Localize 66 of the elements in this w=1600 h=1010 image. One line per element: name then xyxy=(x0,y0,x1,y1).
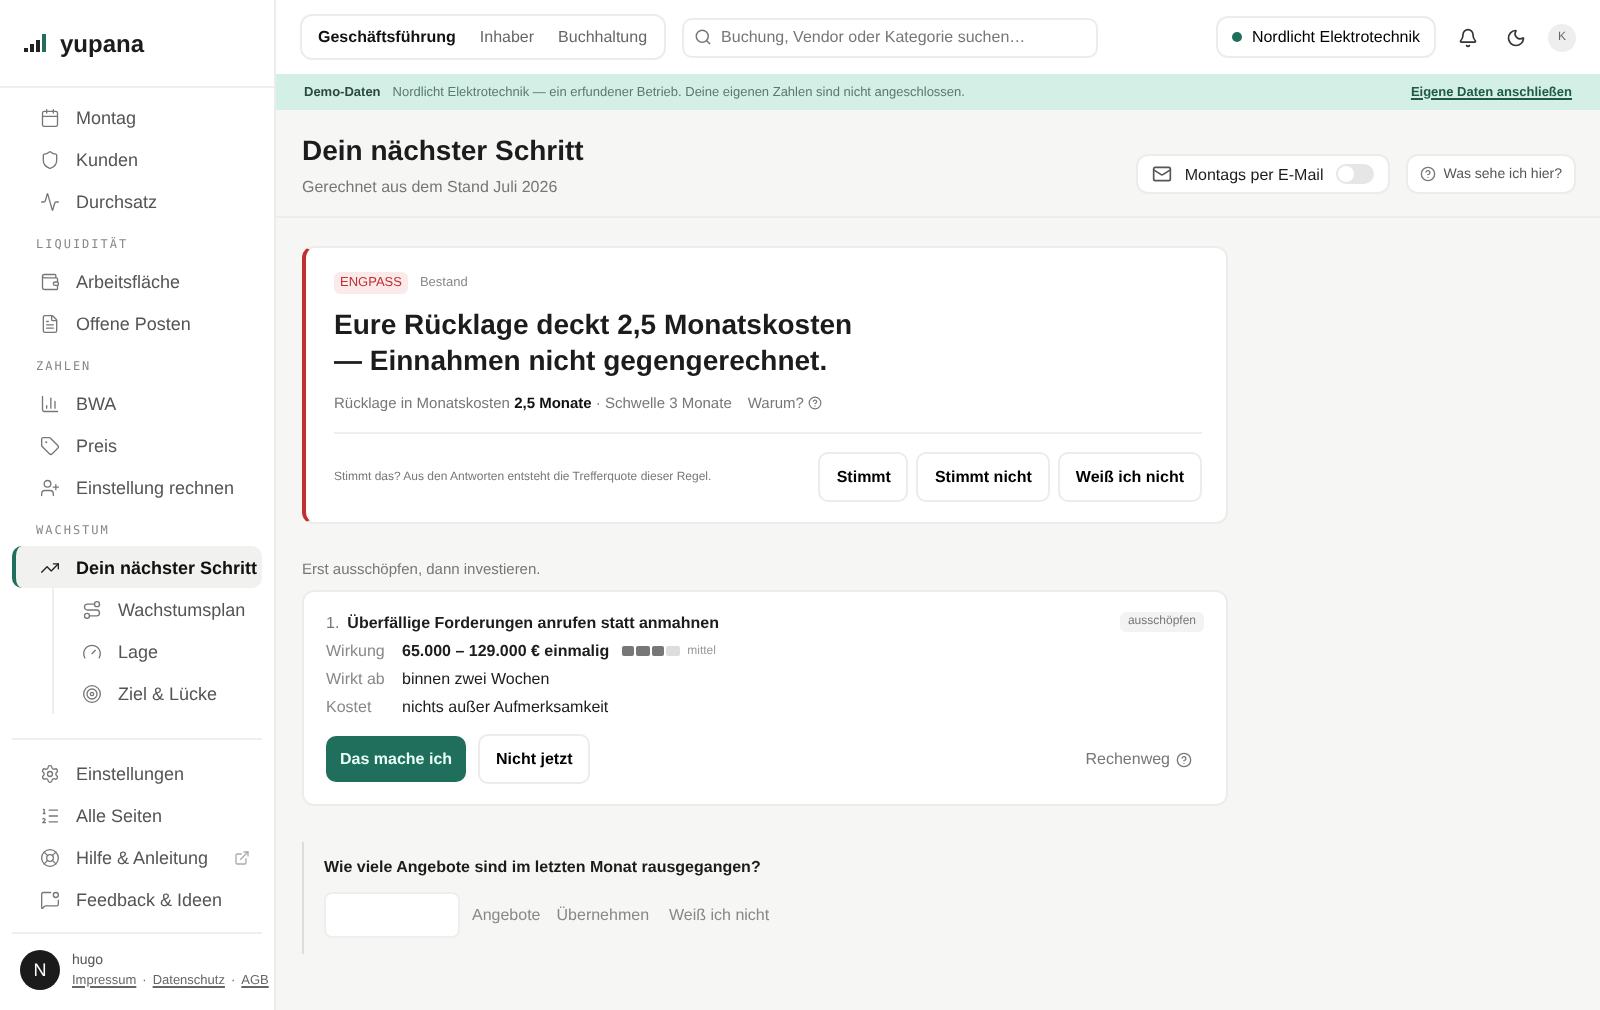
page-subtitle: Gerechnet aus dem Stand Juli 2026 xyxy=(302,178,560,196)
help-icon xyxy=(1176,751,1192,768)
tab[interactable]: Inhaber xyxy=(467,20,547,54)
page-title: Dein nächster Schritt xyxy=(302,134,584,166)
tab[interactable]: Geschäftsführung xyxy=(306,20,468,54)
nav-icon xyxy=(40,477,60,497)
nav-icon xyxy=(40,889,60,909)
fact-label: Wirkt ab xyxy=(326,670,387,689)
nav-item[interactable]: Einstellung rechnen xyxy=(12,466,262,508)
nav-subitem[interactable]: Lage xyxy=(54,630,262,672)
nav-icon xyxy=(40,149,60,169)
help-icon xyxy=(807,396,822,411)
fact-value: nichts außer Aufmerksamkeit xyxy=(402,698,609,717)
nav-item[interactable]: Einstellungen xyxy=(12,752,262,794)
nav-icon xyxy=(82,641,102,661)
nav-item[interactable]: Durchsatz xyxy=(12,180,262,222)
search-field[interactable]: Buchung, Vendor oder Kategorie suchen… xyxy=(681,17,1098,57)
nav-icon xyxy=(40,847,60,867)
brand-name: yupana xyxy=(60,29,145,57)
avatar[interactable]: N xyxy=(20,950,60,990)
external-link-icon xyxy=(234,849,250,865)
toggle-switch[interactable] xyxy=(1335,164,1374,184)
nav-item[interactable]: Feedback & Ideen xyxy=(12,878,262,920)
confirm-button[interactable]: Das mache ich xyxy=(326,736,467,783)
fact-value: binnen zwei Wochen xyxy=(402,670,550,689)
nav-item[interactable]: Offene Posten xyxy=(12,302,262,344)
fact-label: Wirkung xyxy=(326,642,387,661)
nav-icon xyxy=(82,683,102,703)
step-number: 1. xyxy=(326,613,340,632)
tab[interactable]: Buchhaltung xyxy=(546,20,660,54)
step-title: Überfällige Forderungen anrufen statt anmahnen xyxy=(347,613,719,632)
fact-value: 65.000 – 129.000 € einmalig xyxy=(402,642,610,661)
nav-icon xyxy=(40,107,60,127)
answer-button[interactable]: Stimmt xyxy=(818,452,909,503)
answer-button[interactable]: Stimmt nicht xyxy=(916,452,1050,503)
logo-icon xyxy=(24,34,48,52)
unit-label: Angebote xyxy=(472,906,541,925)
nav-icon xyxy=(40,393,60,413)
nav-icon xyxy=(40,435,60,455)
fact-label: Kostet xyxy=(326,698,374,717)
alert-headline: Eure Rücklage deckt 2,5 Monatskosten — Einnahmen nicht gegengerechnet. xyxy=(334,306,855,379)
nav-item[interactable]: BWA xyxy=(12,382,262,424)
question-text: Wie viele Angebote sind im letzten Monat rausgegangen? xyxy=(324,858,763,877)
nav-item[interactable]: Preis xyxy=(12,424,262,466)
answer-button[interactable]: Weiß ich nicht xyxy=(1057,452,1202,503)
nav-item[interactable]: Kunden xyxy=(12,138,262,180)
toggle-label: Montags per E-Mail xyxy=(1184,165,1324,183)
nav-icon xyxy=(40,805,60,825)
help-icon xyxy=(1419,166,1436,182)
nav-item[interactable]: Hilfe & Anleitung xyxy=(12,836,262,878)
nav-icon xyxy=(82,599,102,619)
nav-subitem[interactable]: Ziel & Lücke xyxy=(54,672,262,714)
nav-subitem[interactable]: Wachstumsplan xyxy=(54,588,262,630)
nav-icon xyxy=(40,763,60,783)
nav-icon xyxy=(40,191,60,211)
mail-icon xyxy=(1152,164,1173,184)
nav-icon xyxy=(40,557,60,577)
dismiss-button[interactable]: Nicht jetzt xyxy=(478,734,591,785)
nav-item[interactable]: Alle Seiten xyxy=(12,794,262,836)
company-switcher[interactable]: Nordlicht Elektrotechnik xyxy=(1215,16,1436,58)
nav-item[interactable]: Arbeitsfläche xyxy=(12,260,262,302)
calculation-link[interactable]: Rechenweg xyxy=(1073,748,1204,771)
nav-item[interactable]: Dein nächster Schritt xyxy=(12,546,262,588)
nav-icon xyxy=(40,271,60,291)
nav-icon xyxy=(40,313,60,333)
nav-item[interactable]: Montag xyxy=(12,96,262,138)
